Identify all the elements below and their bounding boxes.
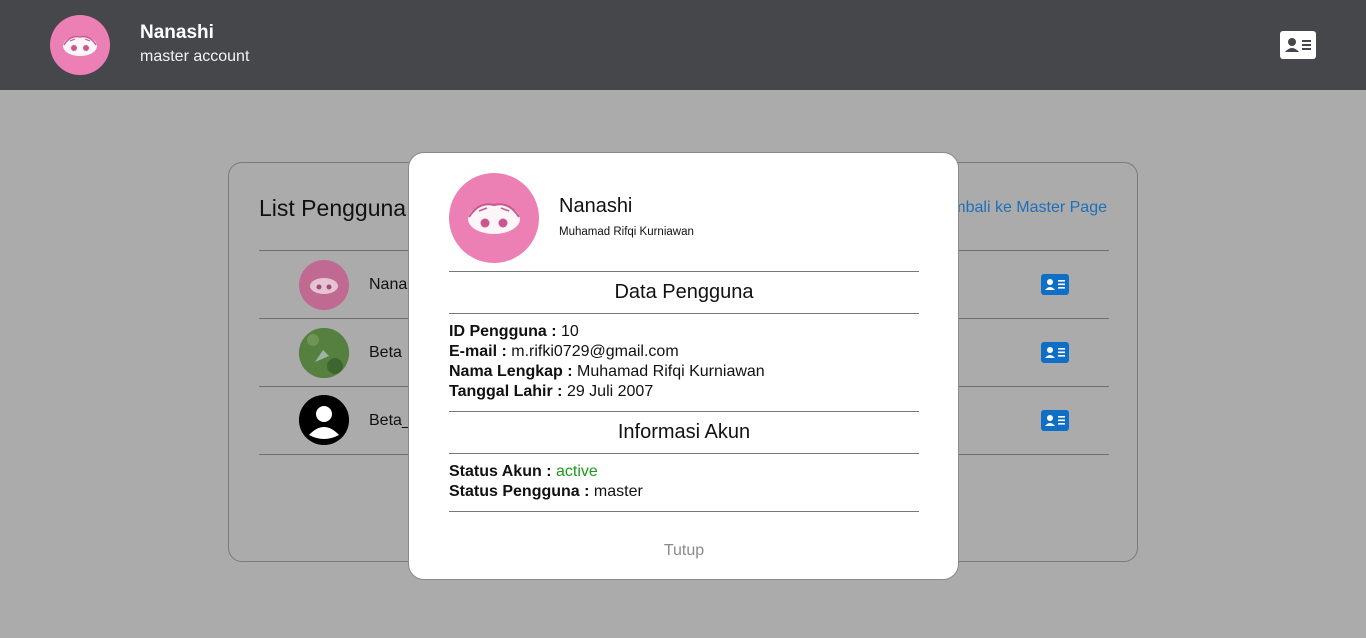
field-full-name: Nama Lengkap : Muhamad Rifqi Kurniawan: [449, 363, 765, 381]
divider: [449, 453, 919, 454]
panel-title: List Pengguna: [259, 195, 407, 221]
anime-avatar-icon: [63, 35, 97, 56]
user-avatar: [299, 395, 349, 445]
field-label: Nama Lengkap :: [449, 363, 573, 380]
field-value: 29 Juli 2007: [566, 383, 654, 400]
user-detail-modal: Nanashi Muhamad Rifqi Kurniawan Data Pen…: [408, 152, 959, 580]
back-to-master-link[interactable]: mbali ke Master Page: [952, 199, 1107, 217]
status-badge: active: [555, 463, 598, 480]
user-detail-button[interactable]: [1041, 342, 1069, 363]
field-label: Status Akun :: [449, 463, 552, 480]
account-avatar[interactable]: [50, 15, 110, 75]
user-name: Beta_: [369, 412, 411, 429]
id-card-icon: [1045, 279, 1065, 290]
id-card-icon: [1045, 347, 1065, 358]
id-card-icon: [1045, 415, 1065, 426]
field-user-role: Status Pengguna : master: [449, 483, 643, 501]
section-heading-user-data: Data Pengguna: [614, 281, 754, 303]
field-label: Status Pengguna :: [449, 483, 590, 500]
anime-avatar-icon: [310, 278, 338, 294]
divider: [449, 411, 919, 412]
close-button[interactable]: Tutup: [449, 542, 919, 560]
user-detail-button[interactable]: [1041, 410, 1069, 431]
field-label: Tanggal Lahir :: [449, 383, 563, 400]
user-detail-button[interactable]: [1041, 274, 1069, 295]
anime-avatar-icon: [468, 203, 520, 234]
id-card-icon: [1285, 38, 1311, 52]
field-value: 10: [561, 323, 579, 340]
field-label: ID Pengguna :: [449, 323, 557, 340]
top-bar: Nanashi master account: [0, 0, 1366, 90]
modal-avatar: [449, 173, 539, 263]
user-name: Beta: [369, 344, 402, 361]
account-name: Nanashi: [140, 22, 214, 43]
field-value: Muhamad Rifqi Kurniawan: [577, 363, 765, 380]
section-heading-account-info: Informasi Akun: [617, 421, 751, 443]
modal-fullname: Muhamad Rifqi Kurniawan: [559, 226, 694, 238]
modal-username: Nanashi: [559, 195, 633, 217]
divider: [449, 511, 919, 512]
field-value: m.rifki0729@gmail.com: [511, 343, 679, 360]
profile-card-button[interactable]: [1280, 31, 1316, 59]
default-user-icon: [299, 395, 349, 445]
divider: [449, 271, 919, 272]
field-account-status: Status Akun : active: [449, 463, 598, 481]
user-avatar: [299, 260, 349, 310]
user-name: Nana: [369, 276, 408, 293]
field-label: E-mail :: [449, 343, 507, 360]
photo-avatar: [299, 328, 349, 378]
field-email: E-mail : m.rifki0729@gmail.com: [449, 343, 679, 361]
field-birth-date: Tanggal Lahir : 29 Juli 2007: [449, 383, 653, 401]
user-avatar: [299, 328, 349, 378]
field-value: master: [593, 483, 643, 500]
divider: [449, 313, 919, 314]
field-user-id: ID Pengguna : 10: [449, 323, 579, 341]
account-role: master account: [140, 48, 250, 65]
